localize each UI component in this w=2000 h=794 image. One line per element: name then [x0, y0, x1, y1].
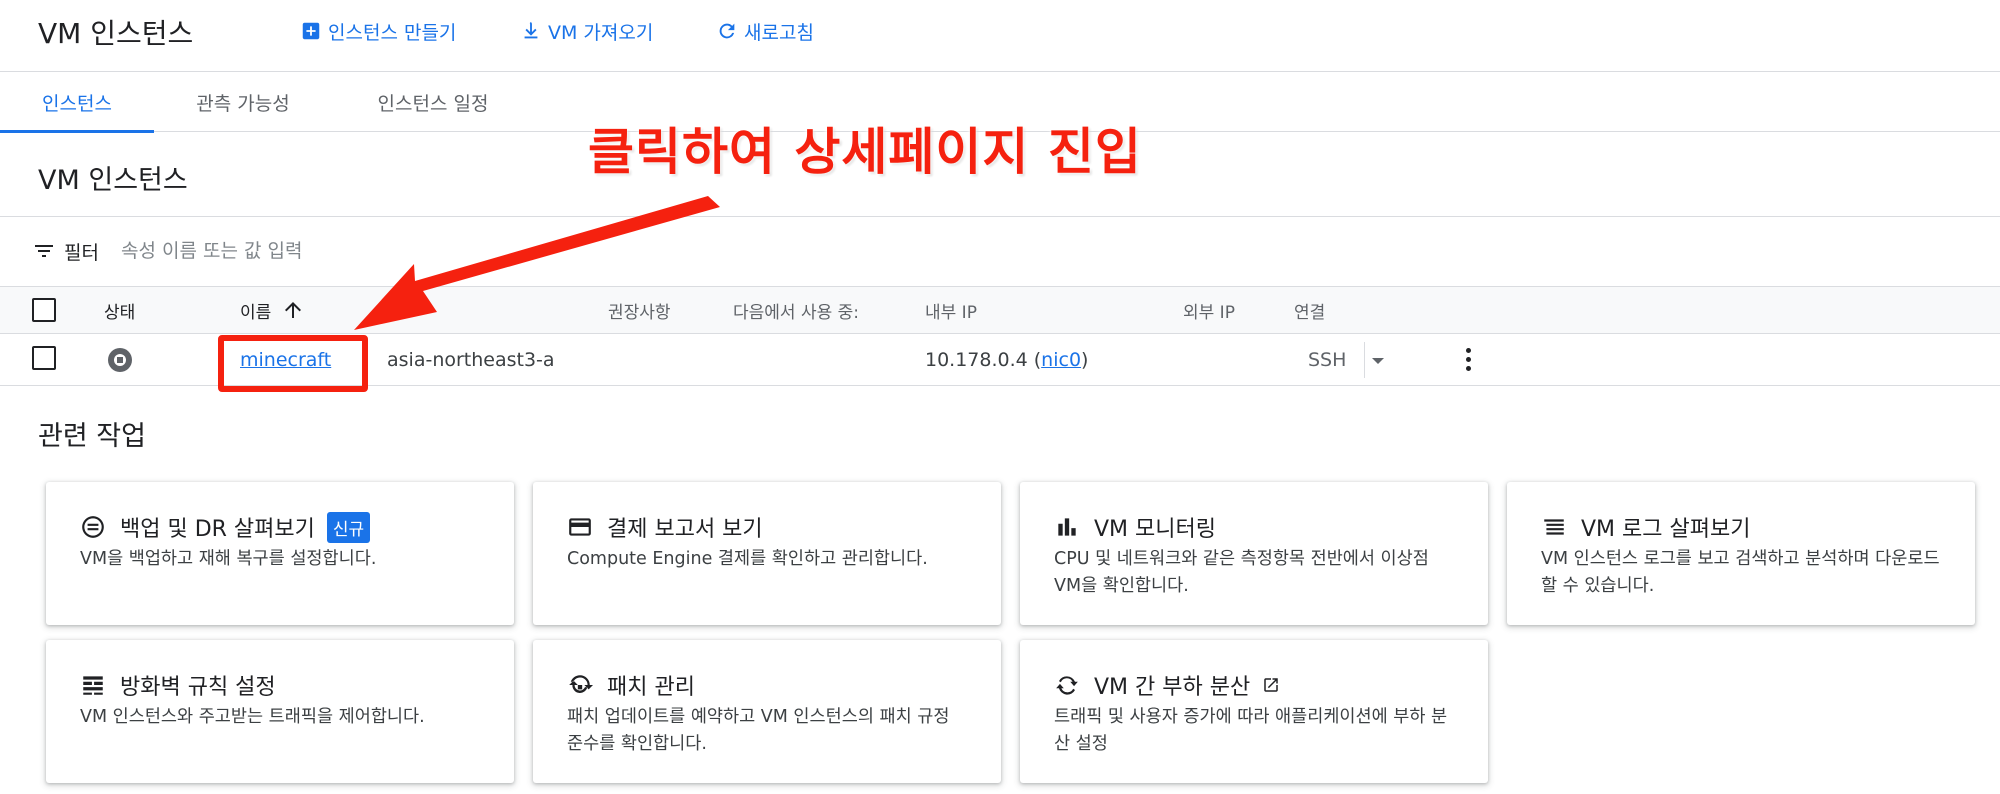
- top-header: VM 인스턴스 인스턴스 만들기 VM 가져오기 새로고침: [0, 0, 2000, 72]
- section-title: VM 인스턴스: [38, 165, 188, 196]
- card-description: VM 인스턴스 로그를 보고 검색하고 분석하며 다운로드할 수 있습니다.: [1541, 549, 1940, 596]
- column-status[interactable]: 상태: [104, 287, 135, 333]
- firewall-icon: [83, 676, 103, 695]
- card-title: 결제 보고서 보기: [607, 517, 763, 542]
- card-title: 백업 및 DR 살펴보기: [120, 517, 315, 542]
- card-description: Compute Engine 결제를 확인하고 관리합니다.: [567, 549, 928, 569]
- ssh-button[interactable]: SSH: [1308, 334, 1346, 385]
- refresh-label: 새로고침: [744, 21, 814, 44]
- column-in-use-by[interactable]: 다음에서 사용 중:: [733, 287, 859, 333]
- import-vm-label: VM 가져오기: [548, 21, 654, 44]
- nic-paren-open: (: [1033, 348, 1042, 371]
- instance-zone: asia-northeast3-a: [387, 348, 555, 371]
- column-connect[interactable]: 연결: [1294, 287, 1325, 333]
- load-balance-icon: [1056, 676, 1078, 695]
- card-load-balancing[interactable]: VM 간 부하 분산 트래픽 및 사용자 증가에 따라 애플리케이션에 부하 분…: [1020, 640, 1488, 783]
- tab-observability[interactable]: 관측 가능성: [176, 72, 310, 132]
- card-vm-logs[interactable]: VM 로그 살펴보기 VM 인스턴스 로그를 보고 검색하고 분석하며 다운로드…: [1507, 482, 1975, 625]
- select-all-checkbox[interactable]: [32, 298, 56, 322]
- card-backup-dr[interactable]: 백업 및 DR 살펴보기 신규 VM을 백업하고 재해 복구를 설정합니다.: [46, 482, 514, 625]
- internal-ip-cell: 10.178.0.4 ( nic0 ): [925, 334, 1088, 385]
- column-external-ip[interactable]: 외부 IP: [1183, 287, 1235, 333]
- related-tasks-title: 관련 작업: [38, 421, 146, 452]
- import-vm-button[interactable]: VM 가져오기: [520, 16, 653, 46]
- ssh-dropdown-caret-icon[interactable]: [1368, 346, 1388, 374]
- create-instance-label: 인스턴스 만들기: [328, 21, 457, 44]
- card-firewall-rules[interactable]: 방화벽 규칙 설정 VM 인스턴스와 주고받는 트래픽을 제어합니다.: [46, 640, 514, 783]
- patch-icon: [569, 675, 593, 693]
- refresh-button[interactable]: 새로고침: [716, 16, 814, 46]
- card-description: CPU 및 네트워크와 같은 측정항목 전반에서 이상점 VM을 확인합니다.: [1054, 549, 1429, 596]
- row-checkbox[interactable]: [32, 346, 56, 370]
- filter-bar: 필터: [32, 236, 541, 266]
- table-header: 상태 이름 권장사항 다음에서 사용 중: 내부 IP 외부 IP 연결: [0, 286, 2000, 334]
- ssh-separator: [1364, 342, 1365, 378]
- tab-instances[interactable]: 인스턴스: [0, 72, 154, 133]
- stopped-status-icon: [108, 348, 132, 372]
- nic-paren-close: ): [1081, 348, 1089, 371]
- annotation-highlight-box: [218, 335, 368, 392]
- download-icon: [524, 21, 538, 39]
- add-box-icon: [302, 22, 320, 40]
- annotation-caption: 클릭하여 상세페이지 진입: [588, 123, 1142, 181]
- card-description: VM 인스턴스와 주고받는 트래픽을 제어합니다.: [80, 707, 425, 727]
- card-description: 패치 업데이트를 예약하고 VM 인스턴스의 패치 규정 준수를 확인합니다.: [567, 707, 950, 754]
- card-title: VM 모니터링: [1094, 517, 1216, 542]
- internal-ip-value: 10.178.0.4: [925, 348, 1028, 371]
- column-name[interactable]: 이름: [240, 287, 305, 333]
- create-instance-button[interactable]: 인스턴스 만들기: [300, 16, 456, 46]
- card-title: VM 간 부하 분산: [1094, 675, 1251, 700]
- card-title: 패치 관리: [607, 675, 695, 700]
- column-recommendations[interactable]: 권장사항: [608, 287, 671, 333]
- refresh-icon: [719, 23, 735, 39]
- card-patch-management[interactable]: 패치 관리 패치 업데이트를 예약하고 VM 인스턴스의 패치 규정 준수를 확…: [533, 640, 1001, 783]
- card-title: 방화벽 규칙 설정: [120, 675, 276, 700]
- tab-instance-schedule[interactable]: 인스턴스 일정: [358, 72, 508, 132]
- card-billing-report[interactable]: 결제 보고서 보기 Compute Engine 결제를 확인하고 관리합니다.: [533, 482, 1001, 625]
- more-actions-icon[interactable]: [1456, 344, 1480, 376]
- card-title: VM 로그 살펴보기: [1581, 517, 1751, 542]
- page-title: VM 인스턴스: [38, 17, 194, 50]
- column-internal-ip[interactable]: 내부 IP: [925, 287, 977, 333]
- divider: [0, 216, 2000, 217]
- bar-chart-icon: [1058, 518, 1076, 536]
- backup-icon: [82, 516, 104, 538]
- logs-icon: [1544, 519, 1564, 535]
- card-description: 트래픽 및 사용자 증가에 따라 애플리케이션에 부하 분산 설정: [1054, 707, 1448, 754]
- new-badge: 신규: [326, 511, 371, 543]
- column-name-label: 이름: [240, 302, 272, 323]
- filter-icon[interactable]: [32, 239, 56, 263]
- card-vm-monitoring[interactable]: VM 모니터링 CPU 및 네트워크와 같은 측정항목 전반에서 이상점 VM을…: [1020, 482, 1488, 625]
- external-link-icon: [1264, 678, 1278, 692]
- nic-link[interactable]: nic0: [1041, 349, 1081, 371]
- filter-input[interactable]: [120, 240, 541, 262]
- filter-label: 필터: [64, 241, 99, 264]
- card-description: VM을 백업하고 재해 복구를 설정합니다.: [80, 549, 377, 569]
- sort-ascending-icon: [285, 302, 302, 318]
- credit-card-icon: [569, 518, 591, 536]
